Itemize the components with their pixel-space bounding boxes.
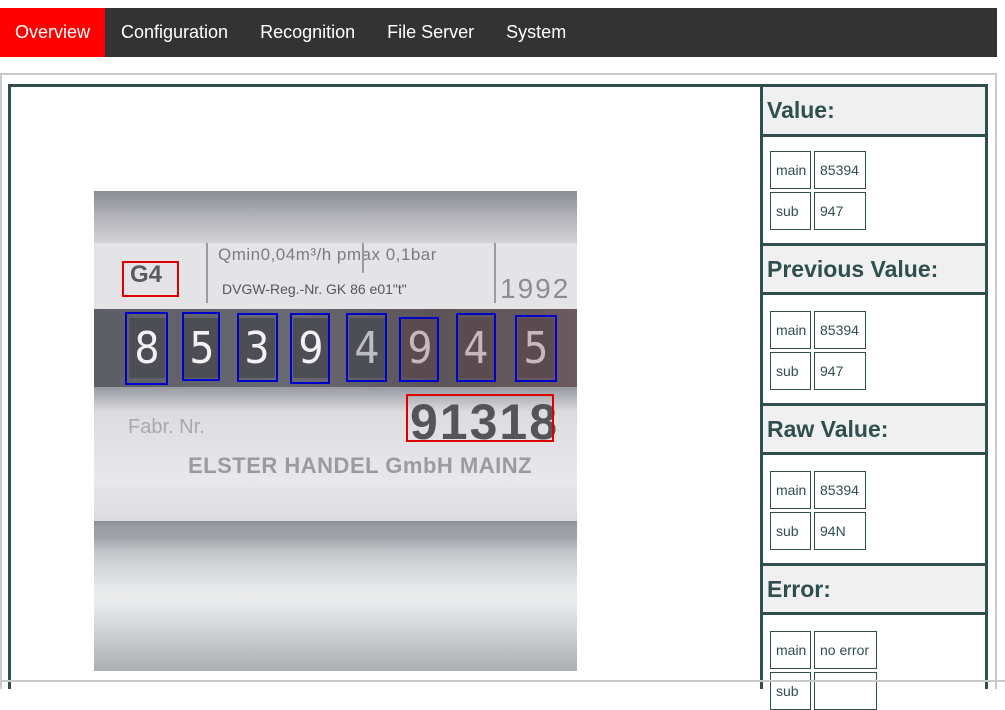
value-sub-key: sub <box>770 192 811 230</box>
meter-year-text: 1992 <box>500 273 571 304</box>
raw-sub-key: sub <box>770 512 811 550</box>
previous-main-key: main <box>770 311 811 349</box>
manufacturer-text: ELSTER HANDEL GmbH MAINZ <box>188 453 533 478</box>
roi-digit-box <box>399 317 439 382</box>
raw-main-key: main <box>770 471 811 509</box>
value-sub-val: 947 <box>814 192 866 230</box>
nav-system[interactable]: System <box>490 8 582 57</box>
previous-sub-val: 947 <box>814 352 866 390</box>
raw-sub-val: 94N <box>814 512 866 550</box>
previous-sub-key: sub <box>770 352 811 390</box>
roi-serial-box <box>406 394 554 442</box>
error-main-key: main <box>770 631 811 669</box>
roi-digit-box <box>515 315 557 382</box>
page-bottom-edge <box>0 680 1005 682</box>
top-nav: Overview Configuration Recognition File … <box>0 8 997 57</box>
plate-separator <box>362 243 364 273</box>
roi-digit-box <box>125 312 168 385</box>
roi-digit-box <box>456 313 496 382</box>
plate-separator <box>206 243 208 303</box>
roi-digit-box <box>237 313 278 382</box>
error-sub-val <box>814 672 877 710</box>
meter-spec-text: Qmin0,04m³/h pmax 0,1bar <box>218 245 437 264</box>
meter-reg-text: DVGW-Reg.-Nr. GK 86 e01"t" <box>222 281 407 297</box>
previous-value-heading: Previous Value: <box>763 243 985 295</box>
roi-digit-box <box>182 312 220 381</box>
nav-recognition[interactable]: Recognition <box>244 8 371 57</box>
value-heading: Value: <box>763 87 985 137</box>
roi-digit-box <box>346 313 387 382</box>
error-sub-key: sub <box>770 672 811 710</box>
raw-value-heading: Raw Value: <box>763 403 985 455</box>
value-main-val: 85394 <box>814 151 866 189</box>
previous-main-val: 85394 <box>814 311 866 349</box>
nav-file-server[interactable]: File Server <box>371 8 490 57</box>
roi-type-box <box>122 261 179 297</box>
fabr-label: Fabr. Nr. <box>128 416 205 438</box>
raw-main-val: 85394 <box>814 471 866 509</box>
error-main-val: no error <box>814 631 877 669</box>
roi-digit-box <box>290 313 330 384</box>
nav-overview[interactable]: Overview <box>0 8 105 57</box>
value-main-key: main <box>770 151 811 189</box>
plate-separator <box>494 243 496 303</box>
error-heading: Error: <box>763 563 985 615</box>
nav-configuration[interactable]: Configuration <box>105 8 244 57</box>
meter-glass <box>94 521 577 671</box>
